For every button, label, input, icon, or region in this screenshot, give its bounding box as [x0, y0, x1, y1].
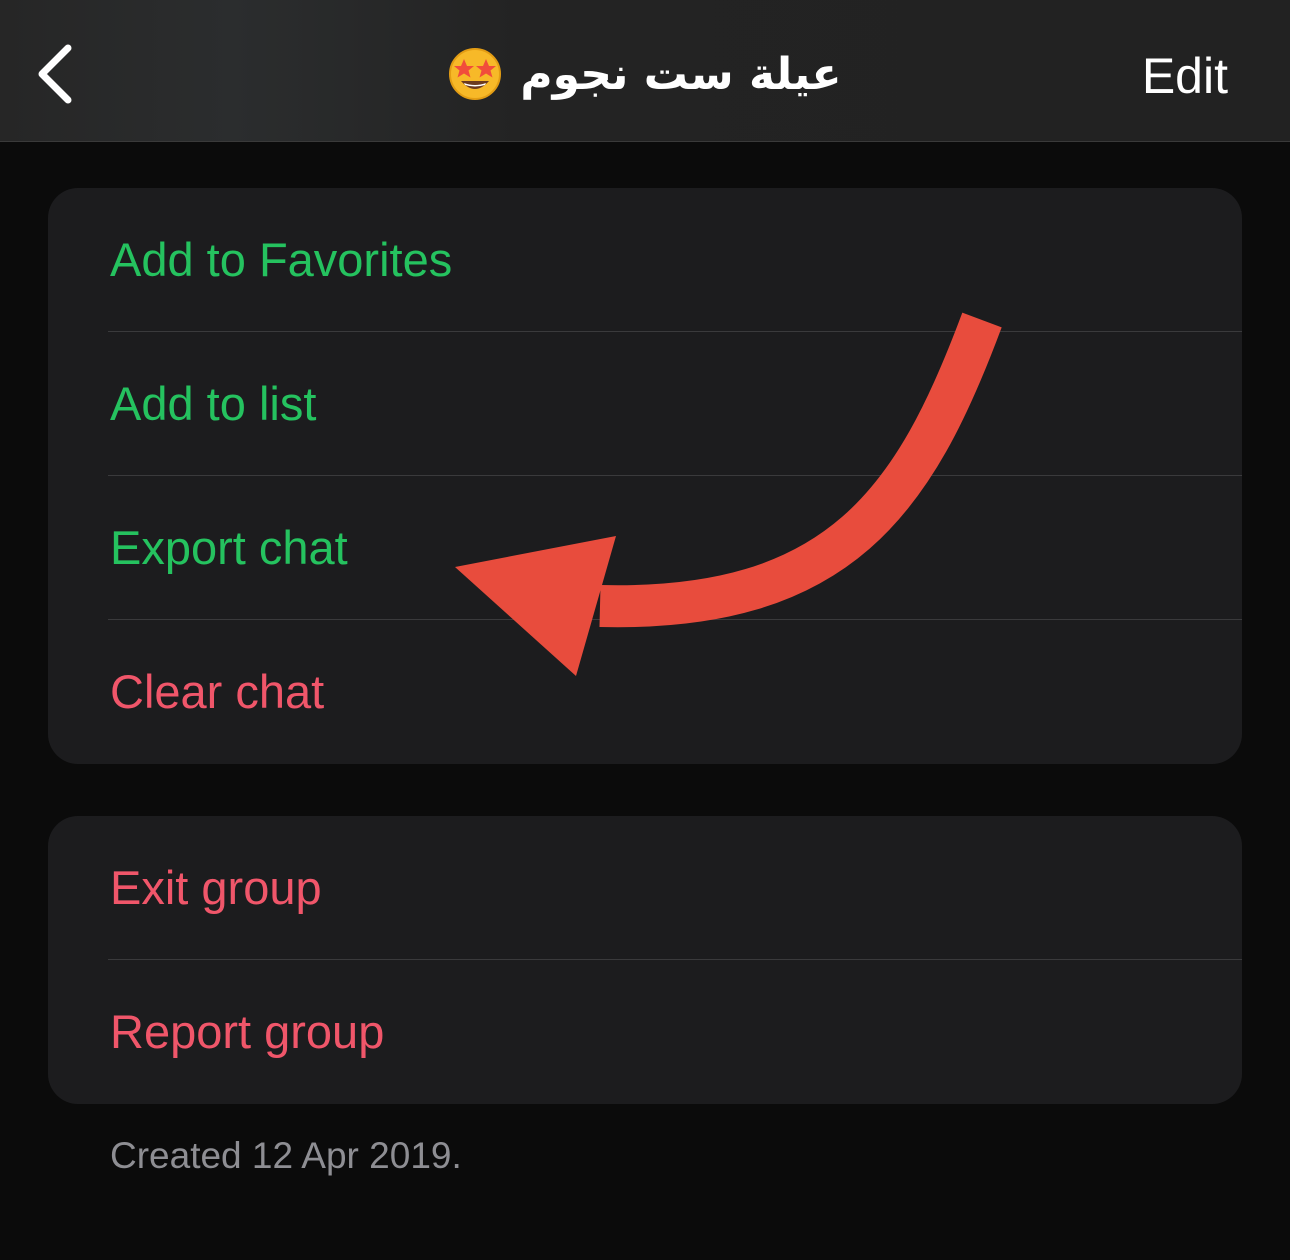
clear-chat-label: Clear chat	[110, 665, 325, 718]
page-title: عيلة ست نجوم	[300, 38, 990, 110]
add-to-list-row[interactable]: Add to list	[48, 332, 1242, 476]
add-to-favorites-row[interactable]: Add to Favorites	[48, 188, 1242, 332]
chat-title: عيلة ست نجوم	[520, 48, 842, 100]
chevron-left-icon	[38, 44, 72, 104]
export-chat-row[interactable]: Export chat	[48, 476, 1242, 620]
group-danger-card: Exit group Report group	[48, 816, 1242, 1104]
add-to-list-label: Add to list	[110, 377, 317, 430]
report-group-row[interactable]: Report group	[48, 960, 1242, 1104]
add-to-favorites-label: Add to Favorites	[110, 233, 453, 286]
back-button[interactable]	[28, 36, 88, 112]
chat-actions-card: Add to Favorites Add to list Export chat…	[48, 188, 1242, 764]
exit-group-label: Exit group	[110, 861, 322, 914]
star-struck-emoji-icon	[449, 48, 502, 100]
exit-group-row[interactable]: Exit group	[48, 816, 1242, 960]
clear-chat-row[interactable]: Clear chat	[48, 620, 1242, 764]
edit-button[interactable]: Edit	[1142, 40, 1228, 112]
created-date-note: Created 12 Apr 2019.	[110, 1135, 462, 1176]
export-chat-label: Export chat	[110, 521, 348, 574]
report-group-label: Report group	[110, 1005, 385, 1058]
navigation-bar: عيلة ست نجوم Edit	[0, 0, 1290, 142]
